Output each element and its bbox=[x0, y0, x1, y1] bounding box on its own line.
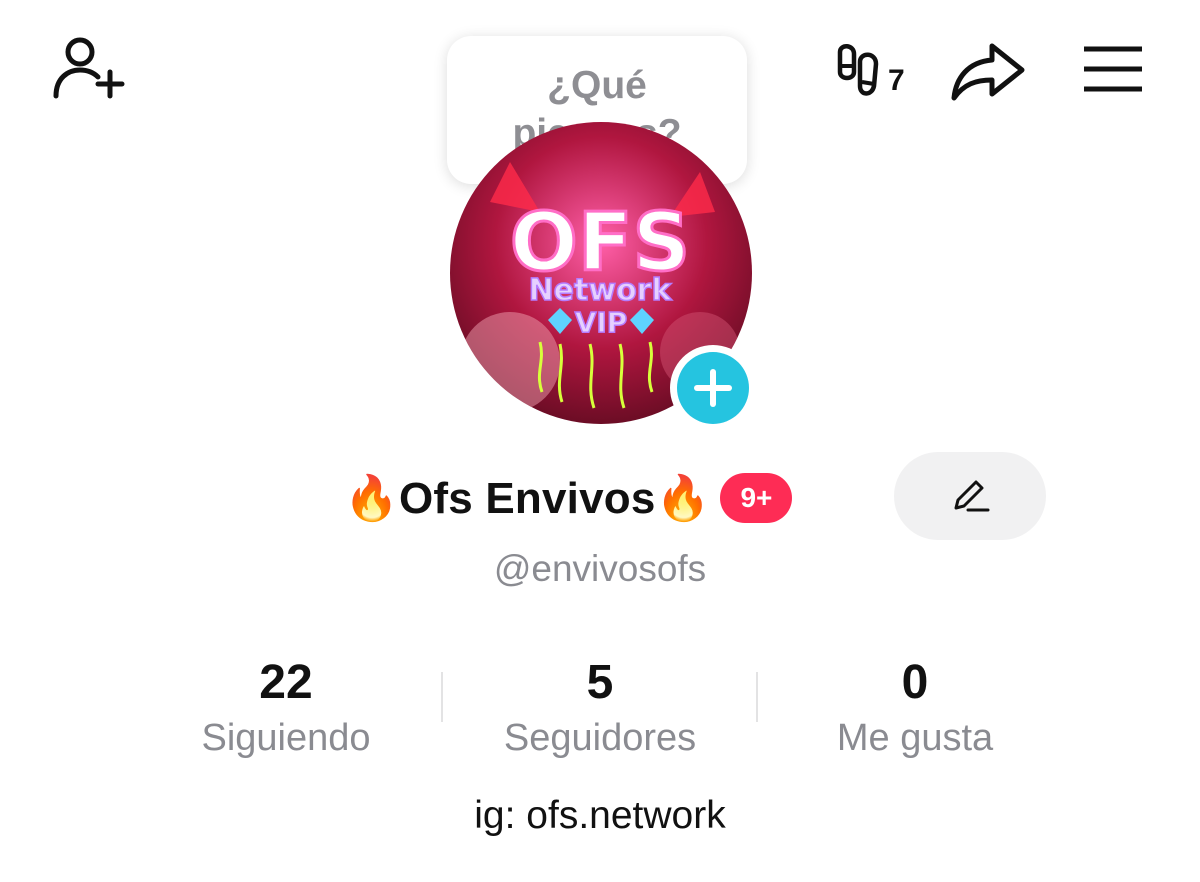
stat-value: 5 bbox=[586, 656, 614, 709]
profile-page: ¿Qué piensas? 7 bbox=[0, 0, 1200, 882]
avatar-vip-text: VIP bbox=[575, 306, 628, 339]
diamond-icon bbox=[630, 308, 654, 334]
plus-icon bbox=[677, 352, 749, 424]
diamond-icon bbox=[548, 308, 572, 334]
add-avatar-button[interactable] bbox=[670, 345, 756, 431]
stat-likes[interactable]: 0 Me gusta bbox=[765, 656, 1065, 764]
display-name-row: 🔥Ofs Envivos🔥 9+ bbox=[344, 466, 793, 530]
footprints-count: 7 bbox=[888, 64, 905, 97]
footprints-icon[interactable]: 7 bbox=[832, 42, 912, 102]
stat-following[interactable]: 22 Siguiendo bbox=[136, 656, 436, 764]
stat-label: Me gusta bbox=[836, 717, 994, 759]
add-user-icon[interactable] bbox=[50, 36, 126, 102]
stat-divider bbox=[756, 672, 758, 722]
stat-label: Seguidores bbox=[503, 717, 697, 759]
bio-text: ig: ofs.network bbox=[474, 794, 726, 837]
notification-badge[interactable]: 9+ bbox=[720, 473, 793, 523]
stat-label: Siguiendo bbox=[201, 717, 371, 759]
pencil-icon bbox=[954, 480, 990, 512]
avatar-network-text: Network bbox=[529, 273, 673, 308]
share-arrow-icon[interactable] bbox=[950, 40, 1026, 104]
edit-profile-button[interactable] bbox=[894, 452, 1046, 540]
stat-value: 0 bbox=[901, 656, 929, 709]
stat-value: 22 bbox=[259, 656, 313, 709]
stat-divider bbox=[441, 672, 443, 722]
hamburger-menu-icon[interactable] bbox=[1082, 44, 1144, 94]
username: @envivosofs bbox=[493, 548, 707, 589]
stat-followers[interactable]: 5 Seguidores bbox=[450, 656, 750, 764]
display-name: 🔥Ofs Envivos🔥 bbox=[344, 474, 711, 523]
